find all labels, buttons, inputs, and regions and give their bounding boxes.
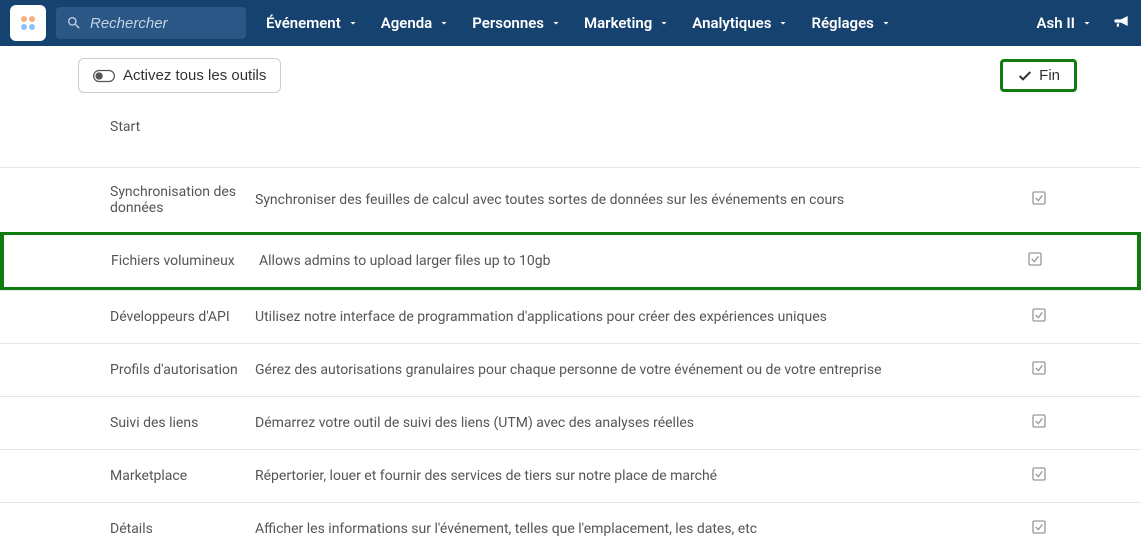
- check-icon: [1017, 68, 1033, 84]
- row-title: Marketplace: [0, 468, 255, 484]
- nav-item-evenement[interactable]: Événement: [266, 14, 359, 32]
- table-row[interactable]: DétailsAfficher les informations sur l'é…: [0, 502, 1141, 555]
- activate-all-label: Activez tous les outils: [123, 67, 266, 84]
- logo-icon: [16, 11, 40, 35]
- search-input[interactable]: [90, 15, 230, 32]
- table-row[interactable]: Développeurs d'APIUtilisez notre interfa…: [0, 290, 1141, 343]
- checkbox-checked-icon: [1031, 360, 1047, 376]
- nav-item-analytiques[interactable]: Analytiques: [692, 14, 789, 32]
- table-row[interactable]: Fichiers volumineuxAllows admins to uplo…: [0, 232, 1141, 290]
- checkbox-checked-icon: [1031, 466, 1047, 482]
- row-checkbox[interactable]: [1031, 466, 1141, 486]
- search-icon: [66, 15, 82, 31]
- row-description: Afficher les informations sur l'événemen…: [255, 521, 1031, 537]
- row-description: Synchroniser des feuilles de calcul avec…: [255, 192, 1031, 208]
- row-checkbox[interactable]: [1031, 190, 1141, 210]
- row-checkbox[interactable]: [1027, 251, 1137, 271]
- row-checkbox[interactable]: [1031, 413, 1141, 433]
- row-checkbox[interactable]: [1031, 307, 1141, 327]
- action-bar: Activez tous les outils Fin: [0, 46, 1141, 105]
- chevron-down-icon: [777, 17, 789, 29]
- row-description: Gérez des autorisations granulaires pour…: [255, 362, 1031, 378]
- row-description: Utilisez notre interface de programmatio…: [255, 309, 1031, 325]
- app-logo[interactable]: [10, 5, 46, 41]
- nav-item-reglages[interactable]: Réglages: [811, 14, 891, 32]
- table-row[interactable]: Profils d'autorisationGérez des autorisa…: [0, 343, 1141, 396]
- tools-list: Synchronisation des donnéesSynchroniser …: [0, 167, 1141, 555]
- nav-label: Agenda: [381, 14, 433, 32]
- checkbox-checked-icon: [1031, 413, 1047, 429]
- row-title: Fichiers volumineux: [4, 253, 259, 269]
- row-title: Profils d'autorisation: [0, 362, 255, 378]
- table-row[interactable]: Synchronisation des donnéesSynchroniser …: [0, 167, 1141, 232]
- chevron-down-icon: [1081, 17, 1093, 29]
- search-box[interactable]: [56, 7, 246, 39]
- row-title: Synchronisation des données: [0, 184, 255, 216]
- toggle-off-icon: [93, 68, 115, 84]
- content: Activez tous les outils Fin Start Synchr…: [0, 46, 1141, 555]
- table-row[interactable]: MarketplaceRépertorier, louer et fournir…: [0, 449, 1141, 502]
- nav-label: Réglages: [811, 14, 873, 32]
- chevron-down-icon: [658, 17, 670, 29]
- nav-item-personnes[interactable]: Personnes: [472, 14, 562, 32]
- chevron-down-icon: [438, 17, 450, 29]
- activate-all-button[interactable]: Activez tous les outils: [78, 58, 281, 93]
- row-description: Démarrez votre outil de suivi des liens …: [255, 415, 1031, 431]
- fin-button[interactable]: Fin: [1000, 59, 1077, 92]
- topbar: Événement Agenda Personnes Marketing Ana…: [0, 0, 1141, 46]
- bullhorn-icon: [1111, 11, 1131, 31]
- nav-label: Événement: [266, 14, 341, 32]
- user-menu[interactable]: Ash II: [1037, 14, 1093, 32]
- row-description: Allows admins to upload larger files up …: [259, 253, 1027, 269]
- row-title: Détails: [0, 521, 255, 537]
- row-title: Développeurs d'API: [0, 309, 255, 325]
- checkbox-checked-icon: [1027, 251, 1043, 267]
- checkbox-checked-icon: [1031, 190, 1047, 206]
- checkbox-checked-icon: [1031, 307, 1047, 323]
- start-label: Start: [0, 105, 1141, 167]
- user-name: Ash II: [1037, 14, 1075, 32]
- nav-item-agenda[interactable]: Agenda: [381, 14, 451, 32]
- nav-label: Analytiques: [692, 14, 771, 32]
- checkbox-checked-icon: [1031, 519, 1047, 535]
- chevron-down-icon: [347, 17, 359, 29]
- main-nav: Événement Agenda Personnes Marketing Ana…: [266, 14, 892, 32]
- nav-item-marketing[interactable]: Marketing: [584, 14, 670, 32]
- row-title: Suivi des liens: [0, 415, 255, 431]
- row-checkbox[interactable]: [1031, 360, 1141, 380]
- right-nav: Ash II: [1037, 11, 1131, 35]
- announce-button[interactable]: [1111, 11, 1131, 35]
- fin-label: Fin: [1039, 67, 1060, 84]
- chevron-down-icon: [550, 17, 562, 29]
- nav-label: Personnes: [472, 14, 544, 32]
- table-row[interactable]: Suivi des liensDémarrez votre outil de s…: [0, 396, 1141, 449]
- row-checkbox[interactable]: [1031, 519, 1141, 539]
- row-description: Répertorier, louer et fournir des servic…: [255, 468, 1031, 484]
- nav-label: Marketing: [584, 14, 652, 32]
- chevron-down-icon: [880, 17, 892, 29]
